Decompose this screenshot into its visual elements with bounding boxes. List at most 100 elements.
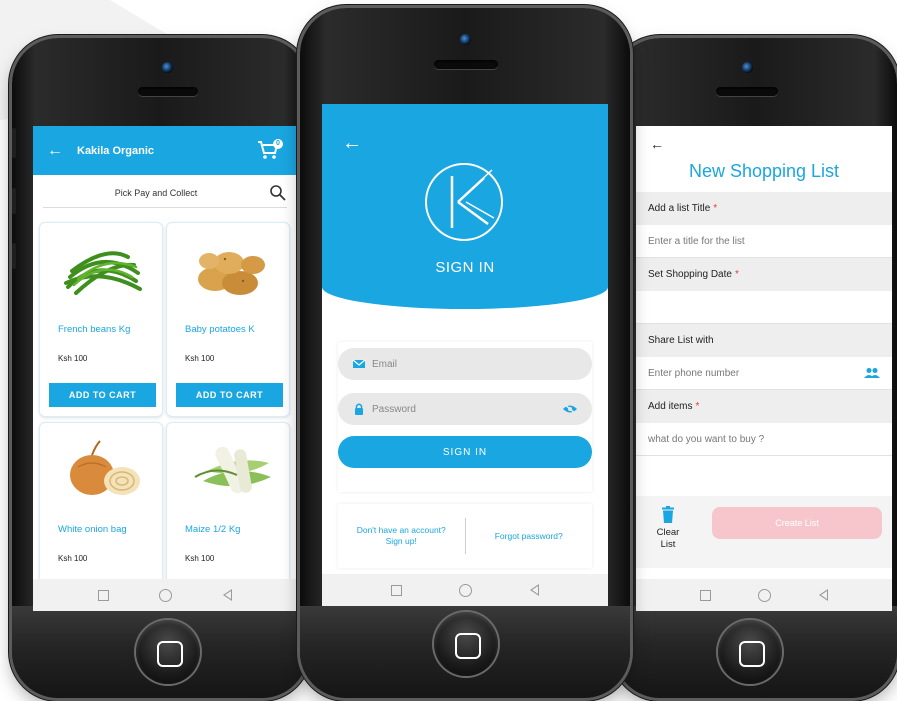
home-button[interactable]	[136, 620, 200, 684]
share-list-label: Share List with	[636, 324, 892, 357]
clear-list-button[interactable]: Clear List	[644, 506, 692, 551]
android-nav-bar	[322, 574, 608, 606]
contacts-icon[interactable]	[864, 367, 880, 379]
cart-count-badge: 0	[273, 138, 283, 149]
product-name[interactable]: French beans Kg	[58, 324, 130, 335]
list-title-label-text: Add a list Title	[648, 203, 711, 214]
shopping-date-label: Set Shopping Date *	[636, 258, 892, 291]
password-placeholder: Password	[372, 403, 416, 415]
app-title: Kakila Organic	[77, 144, 155, 157]
list-footer: Clear List Create List	[636, 496, 892, 568]
product-price: Ksh 100	[58, 354, 88, 363]
maize-image	[194, 446, 271, 494]
product-price: Ksh 100	[185, 554, 215, 563]
cart-icon[interactable]: 0	[257, 138, 283, 162]
list-title-input[interactable]: Enter a title for the list	[636, 225, 892, 258]
front-camera	[742, 62, 753, 73]
side-button	[12, 243, 16, 269]
left-screen: ← Kakila Organic 0 Pick Pay and Collect	[33, 126, 297, 611]
page-title: New Shopping List	[688, 161, 840, 181]
add-items-placeholder: what do you want to buy ?	[648, 433, 765, 445]
required-mark: *	[734, 269, 739, 280]
back-icon[interactable]	[819, 589, 829, 601]
shopping-date-input[interactable]	[636, 291, 892, 324]
app-header: ← Kakila Organic 0	[33, 126, 297, 175]
product-card[interactable]: French beans Kg Ksh 100 ADD TO CART	[39, 222, 163, 417]
product-price: Ksh 100	[58, 554, 88, 563]
list-title-label: Add a list Title *	[636, 192, 892, 225]
visibility-off-icon[interactable]	[562, 403, 578, 415]
k-logo-icon	[425, 163, 503, 241]
product-card[interactable]: Baby potatoes K Ksh 100 ADD TO CART	[166, 222, 290, 417]
clear-list-label-line2: List	[660, 539, 676, 550]
search-icon[interactable]	[269, 184, 287, 202]
add-to-cart-button[interactable]: ADD TO CART	[49, 383, 156, 407]
share-list-label-text: Share List with	[648, 335, 714, 346]
signup-link-line1: Don't have an account?	[356, 525, 446, 535]
onions-image	[70, 440, 140, 495]
center-phone: ← SIGN IN Email Password SIGN IN Don't h…	[300, 8, 630, 698]
add-items-label-text: Add items	[648, 401, 693, 412]
clear-list-label-line1: Clear	[656, 527, 680, 538]
signin-title: SIGN IN	[435, 259, 495, 276]
home-icon[interactable]	[459, 583, 473, 597]
product-card[interactable]: White onion bag Ksh 100	[39, 422, 163, 597]
signin-header: ← SIGN IN	[322, 104, 608, 309]
product-name[interactable]: White onion bag	[58, 524, 127, 535]
required-mark: *	[695, 401, 700, 412]
trash-icon	[662, 506, 674, 523]
search-text: Pick Pay and Collect	[114, 187, 198, 198]
forgot-password-link[interactable]: Forgot password?	[466, 531, 593, 542]
list-title-placeholder: Enter a title for the list	[648, 235, 745, 247]
required-mark: *	[713, 203, 718, 214]
side-button	[12, 188, 16, 214]
recents-icon[interactable]	[699, 589, 711, 601]
home-icon[interactable]	[758, 588, 772, 602]
recents-icon[interactable]	[98, 589, 110, 601]
product-name[interactable]: Baby potatoes K	[185, 324, 255, 335]
back-icon[interactable]	[222, 589, 232, 601]
back-arrow-icon[interactable]: ←	[342, 132, 362, 155]
front-camera	[460, 34, 471, 45]
signin-form: Email Password SIGN IN	[338, 342, 592, 492]
earpiece-speaker	[434, 60, 498, 69]
back-arrow-icon[interactable]: ←	[650, 136, 664, 152]
front-camera	[162, 62, 173, 73]
product-card[interactable]: Maize 1/2 Kg Ksh 100	[166, 422, 290, 597]
product-price: Ksh 100	[185, 354, 215, 363]
center-screen: ← SIGN IN Email Password SIGN IN Don't h…	[322, 104, 608, 606]
shopping-date-label-text: Set Shopping Date	[648, 269, 732, 280]
back-icon[interactable]	[530, 584, 540, 596]
earpiece-speaker	[716, 87, 778, 96]
potatoes-image	[198, 252, 265, 295]
signin-button[interactable]: SIGN IN	[338, 436, 592, 468]
signup-link-line2: Sign up!	[385, 536, 417, 546]
home-button[interactable]	[434, 612, 498, 676]
back-arrow-icon[interactable]: ←	[47, 142, 69, 160]
signup-link[interactable]: Don't have an account? Sign up!	[338, 525, 465, 547]
right-screen: ← New Shopping List Add a list Title * E…	[636, 126, 892, 611]
add-to-cart-button[interactable]: ADD TO CART	[176, 383, 283, 407]
add-items-input[interactable]: what do you want to buy ?	[636, 423, 892, 456]
recents-icon[interactable]	[390, 584, 402, 596]
side-button	[12, 128, 16, 158]
android-nav-bar	[33, 579, 297, 611]
search-bar[interactable]: Pick Pay and Collect	[43, 178, 287, 208]
account-links: Don't have an account? Sign up! Forgot p…	[338, 504, 592, 568]
right-phone: ← New Shopping List Add a list Title * E…	[614, 38, 897, 698]
email-placeholder: Email	[372, 358, 398, 370]
lock-icon	[355, 403, 363, 415]
android-nav-bar	[636, 579, 892, 611]
phone-number-input[interactable]: Enter phone number	[636, 357, 892, 390]
french-beans-image	[64, 251, 142, 295]
password-field[interactable]: Password	[338, 393, 592, 425]
email-field[interactable]: Email	[338, 348, 592, 380]
email-icon	[352, 359, 366, 368]
add-items-label: Add items *	[636, 390, 892, 423]
create-list-button[interactable]: Create List	[712, 507, 882, 539]
home-icon[interactable]	[159, 588, 173, 602]
home-button[interactable]	[718, 620, 782, 684]
product-name[interactable]: Maize 1/2 Kg	[185, 524, 240, 535]
phone-number-placeholder: Enter phone number	[648, 367, 740, 379]
left-phone: ← Kakila Organic 0 Pick Pay and Collect	[12, 38, 308, 698]
